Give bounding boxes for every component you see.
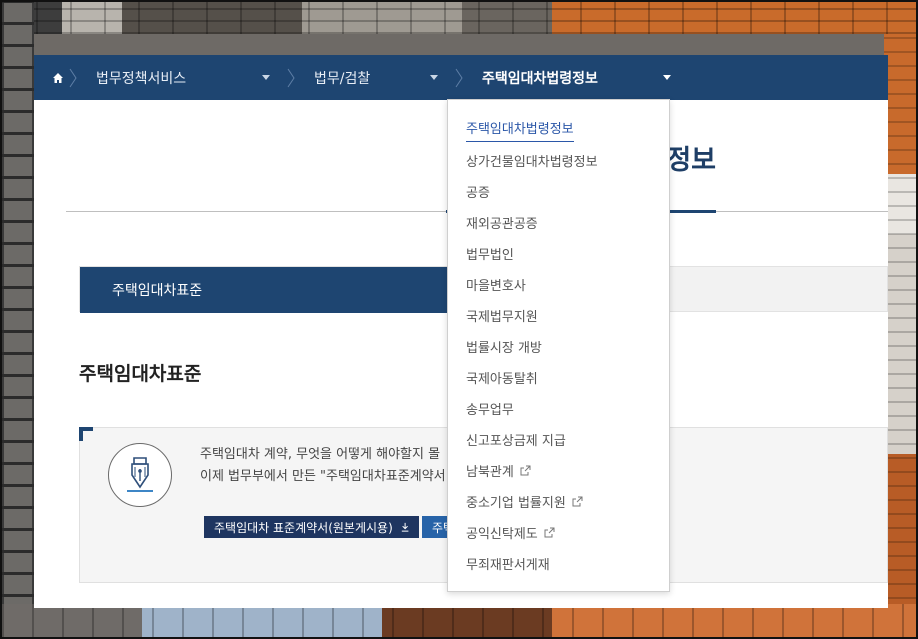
info-text: 주택임대차 계약, 무엇을 어떻게 해야할지 몰 이제 법무부에서 만든 "주택… xyxy=(200,444,446,488)
dropdown-item[interactable]: 법률시장 개방 xyxy=(448,331,669,362)
dropdown-item-label: 무죄재판서게재 xyxy=(466,558,550,573)
dropdown-item[interactable]: 법무법인 xyxy=(448,238,669,269)
breadcrumb-item-label: 주택임대차법령정보 xyxy=(482,70,598,87)
dropdown-item[interactable]: 마을변호사 xyxy=(448,269,669,300)
info-line-1: 주택임대차 계약, 무엇을 어떻게 해야할지 몰 xyxy=(200,447,441,462)
background-top xyxy=(2,2,916,34)
dropdown-item-label: 국제아동탈취 xyxy=(466,372,538,387)
dropdown-item-label: 주택임대차법령정보 xyxy=(466,118,574,142)
download-original-button[interactable]: 주택임대차 표준계약서(원본게시용) xyxy=(204,516,419,538)
section-title: 주택임대차표준 xyxy=(79,363,202,385)
dropdown-item[interactable]: 공증 xyxy=(448,176,669,207)
dropdown-item-label: 법무법인 xyxy=(466,248,514,263)
caret-down-icon xyxy=(430,75,438,80)
dropdown-item-label: 공익신탁제도 xyxy=(466,527,538,542)
chevron-right-icon xyxy=(282,55,300,100)
chevron-right-icon xyxy=(64,55,82,100)
download-icon xyxy=(401,522,409,532)
dropdown-item-label: 재외공관공증 xyxy=(466,217,538,232)
external-link-icon xyxy=(544,527,555,538)
dropdown-item-label: 상가건물임대차법령정보 xyxy=(466,155,598,170)
dropdown-item-label: 신고포상금제 지급 xyxy=(466,434,566,449)
breadcrumb-item-label: 법무/검찰 xyxy=(314,70,371,87)
caret-down-icon xyxy=(663,75,671,80)
dropdown-item[interactable]: 중소기업 법률지원 xyxy=(448,486,669,517)
dropdown-item-label: 국제법무지원 xyxy=(466,310,538,325)
dropdown-item-label: 법률시장 개방 xyxy=(466,341,542,356)
breadcrumb-item-label: 법무정책서비스 xyxy=(96,70,187,87)
dropdown-item-label: 중소기업 법률지원 xyxy=(466,496,566,511)
home-button[interactable] xyxy=(34,55,64,100)
button-label: 주택임대차 표준계약서(원본게시용) xyxy=(214,520,393,535)
tab-housing-lease-standard[interactable]: 주택임대차표준 xyxy=(80,267,450,313)
dropdown-item-label: 마을변호사 xyxy=(466,279,526,294)
dropdown-item[interactable]: 무죄재판서게재 xyxy=(448,548,669,579)
background-right xyxy=(884,34,916,637)
home-icon xyxy=(53,72,63,83)
dropdown-item-label: 공증 xyxy=(466,186,490,201)
breadcrumb: 법무정책서비스 법무/검찰 주택임대차법령정보 xyxy=(34,55,888,100)
external-link-icon xyxy=(520,465,531,476)
dropdown-item[interactable]: 국제아동탈취 xyxy=(448,362,669,393)
dropdown-item[interactable]: 국제법무지원 xyxy=(448,300,669,331)
dropdown-item-label: 송무업무 xyxy=(466,403,514,418)
breadcrumb-item-housing-lease[interactable]: 주택임대차법령정보 xyxy=(468,55,683,100)
tab-label: 주택임대차표준 xyxy=(112,283,203,299)
corner-accent xyxy=(79,427,93,441)
fountain-pen-icon xyxy=(108,443,172,507)
dropdown-item[interactable]: 주택임대차법령정보 xyxy=(448,114,669,145)
caret-down-icon xyxy=(262,75,270,80)
info-line-2: 이제 법무부에서 만든 "주택임대차표준계약서 xyxy=(200,469,446,484)
background-left-bricks xyxy=(2,2,34,637)
external-link-icon xyxy=(572,496,583,507)
dropdown-item-label: 남북관계 xyxy=(466,465,514,480)
background-bottom xyxy=(2,604,916,637)
dropdown-item[interactable]: 공익신탁제도 xyxy=(448,517,669,548)
dropdown-item[interactable]: 신고포상금제 지급 xyxy=(448,424,669,455)
chevron-right-icon xyxy=(450,55,468,100)
dropdown-item[interactable]: 재외공관공증 xyxy=(448,207,669,238)
dropdown-item[interactable]: 송무업무 xyxy=(448,393,669,424)
dropdown-item[interactable]: 상가건물임대차법령정보 xyxy=(448,145,669,176)
dropdown-item[interactable]: 남북관계 xyxy=(448,455,669,486)
dropdown-list: 주택임대차법령정보상가건물임대차법령정보공증재외공관공증법무법인마을변호사국제법… xyxy=(448,100,669,579)
breadcrumb-item-justice-prosecution[interactable]: 법무/검찰 xyxy=(300,55,450,100)
breadcrumb-item-policy-services[interactable]: 법무정책서비스 xyxy=(82,55,282,100)
breadcrumb-dropdown-menu: 주택임대차법령정보상가건물임대차법령정보공증재외공관공증법무법인마을변호사국제법… xyxy=(447,99,670,592)
